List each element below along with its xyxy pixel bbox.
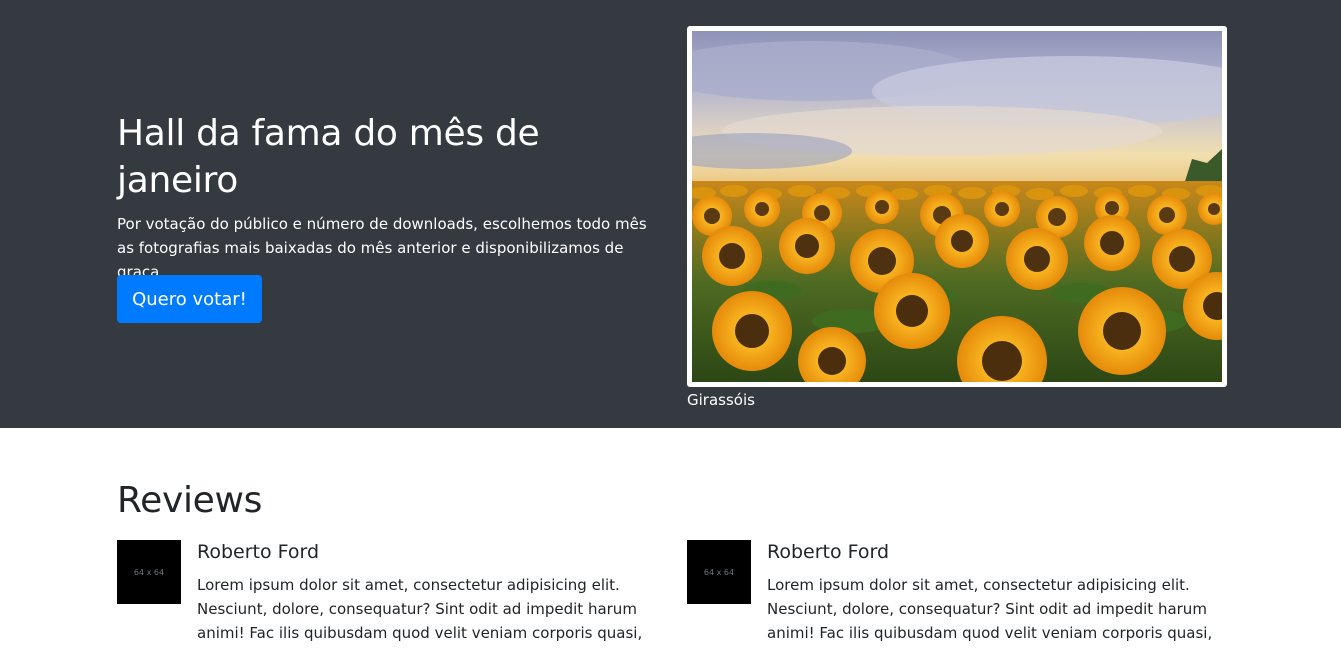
sunflower-photo bbox=[687, 26, 1227, 387]
review-author: Roberto Ford bbox=[767, 541, 890, 563]
photo-caption: Girassóis bbox=[687, 391, 755, 409]
hero-description: Por votação do público e número de downl… bbox=[117, 215, 647, 281]
review-avatar-placeholder: 64 x 64 bbox=[117, 540, 181, 604]
review-item: 64 x 64 Roberto Ford Lorem ipsum dolor s… bbox=[117, 540, 657, 649]
review-author: Roberto Ford bbox=[197, 541, 320, 563]
hero-section: Hall da fama do mês de janeiro Por votaç… bbox=[0, 0, 1341, 428]
review-avatar-placeholder: 64 x 64 bbox=[687, 540, 751, 604]
sunflower-field-image bbox=[692, 31, 1222, 382]
review-text: Lorem ipsum dolor sit amet, consectetur … bbox=[197, 576, 643, 649]
vote-button[interactable]: Quero votar! bbox=[117, 275, 262, 323]
hero-title: Hall da fama do mês de janeiro bbox=[117, 113, 540, 201]
reviews-title: Reviews bbox=[117, 480, 263, 521]
review-item: 64 x 64 Roberto Ford Lorem ipsum dolor s… bbox=[687, 540, 1227, 649]
review-text: Lorem ipsum dolor sit amet, consectetur … bbox=[767, 576, 1213, 649]
